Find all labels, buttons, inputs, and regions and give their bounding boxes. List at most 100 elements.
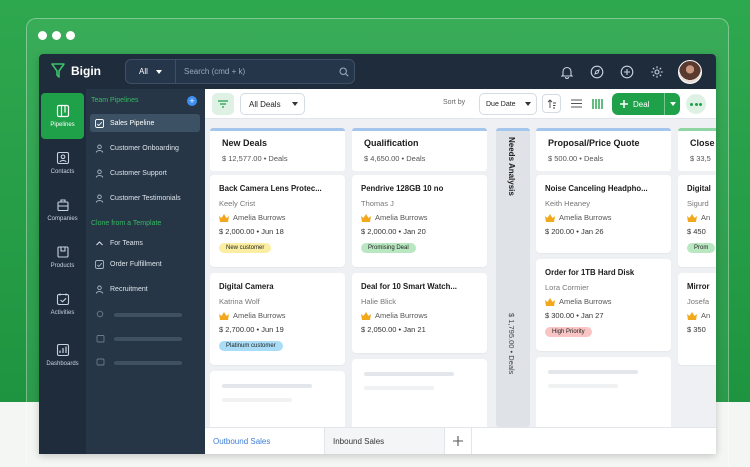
deal-contact: Sigurd <box>687 199 709 208</box>
deal-owner: Amelia Burrows <box>361 213 487 222</box>
owner-name: Amelia Burrows <box>559 213 612 222</box>
chevron-down-icon <box>155 69 162 74</box>
deal-title: Digital <box>687 184 711 193</box>
bell-icon[interactable] <box>558 63 576 81</box>
chevron-down-icon <box>292 102 298 106</box>
template-placeholder <box>96 310 182 319</box>
tab-inbound-sales[interactable]: Inbound Sales <box>325 428 445 454</box>
nav-dashboards[interactable]: Dashboards <box>41 332 84 378</box>
sort-order-button[interactable] <box>542 94 561 113</box>
contacts-icon <box>56 151 69 165</box>
nav-pipelines[interactable]: Pipelines <box>41 93 84 139</box>
deal-amount: $ 350 <box>687 325 706 334</box>
deal-owner: Amelia Burrows <box>361 311 487 320</box>
search-icon[interactable] <box>334 66 354 77</box>
crown-icon <box>687 311 697 320</box>
pipeline-toolbar: All Deals Sort by Due Date Deal <box>205 89 716 119</box>
sidebar-item-customer-testimonials[interactable]: Customer Testimonials <box>90 189 200 207</box>
deal-card[interactable]: Back Camera Lens Protec... Keely Crist A… <box>210 175 345 267</box>
search-bar[interactable]: All Search (cmd + k) <box>125 59 355 84</box>
owner-name: Amelia Burrows <box>559 297 612 306</box>
owner-name: Amelia Burrows <box>375 311 428 320</box>
deal-contact: Josefa <box>687 297 710 306</box>
sidebar-item-sales-pipeline[interactable]: Sales Pipeline <box>90 114 200 132</box>
sort-by-label: Sort by <box>443 99 466 106</box>
search-scope-dropdown[interactable]: All <box>126 60 176 83</box>
owner-name: Amelia Burrows <box>233 213 286 222</box>
products-icon <box>56 246 69 258</box>
sidebar-item-customer-support[interactable]: Customer Support <box>90 164 200 182</box>
create-deal-dropdown[interactable] <box>664 93 680 115</box>
filter-icon <box>218 100 228 108</box>
kanban-view-icon <box>592 98 603 109</box>
deal-card[interactable]: Noise Canceling Headpho... Keith Heaney … <box>536 175 671 253</box>
nav-label: Dashboards <box>46 361 79 367</box>
nav-activities[interactable]: Activities <box>41 281 84 327</box>
add-pipeline-button[interactable]: + <box>187 96 197 106</box>
template-group-for-teams[interactable]: For Teams <box>90 234 200 252</box>
nav-companies[interactable]: Companies <box>41 187 84 233</box>
deal-title: Order for 1TB Hard Disk <box>545 268 635 277</box>
deal-amount: $ 2,700.00 • Jun 19 <box>219 325 284 334</box>
column-title: Close <box>690 138 715 148</box>
app-logo[interactable]: Bigin <box>51 63 101 78</box>
deal-amount: $ 2,000.00 • Jan 20 <box>361 227 426 236</box>
nav-contacts[interactable]: Contacts <box>41 140 84 186</box>
template-label: Order Fulfillment <box>110 260 162 268</box>
checkbox-icon <box>95 259 104 269</box>
gear-icon[interactable] <box>648 63 666 81</box>
deal-card[interactable]: Order for 1TB Hard Disk Lora Cormier Ame… <box>536 259 671 351</box>
kanban-view-button[interactable] <box>588 94 607 113</box>
deal-amount: $ 300.00 • Jan 27 <box>545 311 604 320</box>
deal-card[interactable]: Digital Camera Katrina Wolf Amelia Burro… <box>210 273 345 365</box>
crown-icon <box>687 213 697 222</box>
search-input[interactable]: Search (cmd + k) <box>176 67 334 76</box>
template-group-label: For Teams <box>110 239 143 247</box>
column-header-qualification[interactable]: Qualification $ 4,650.00 • Deals <box>352 128 487 171</box>
pipeline-board: New Deals $ 12,577.00 • Deals Back Camer… <box>205 119 716 427</box>
deal-card[interactable]: Pendrive 128GB 10 no Thomas J Amelia Bur… <box>352 175 487 267</box>
plus-icon <box>620 100 628 108</box>
template-recruitment[interactable]: Recruitment <box>90 280 200 298</box>
create-deal-button[interactable]: Deal <box>612 93 680 115</box>
deal-tag: High Priority <box>545 327 592 337</box>
deal-tag: Promising Deal <box>361 243 416 253</box>
template-placeholder <box>96 358 182 367</box>
nav-products[interactable]: Products <box>41 234 84 280</box>
plus-circle-icon[interactable] <box>618 63 636 81</box>
sidebar-item-label: Customer Support <box>110 169 167 177</box>
deal-amount: $ 2,050.00 • Jan 21 <box>361 325 426 334</box>
list-view-button[interactable] <box>567 94 586 113</box>
list-view-icon <box>571 99 582 108</box>
column-summary: $ 500.00 • Deals <box>548 154 604 163</box>
deal-owner: Amelia Burrows <box>545 297 671 306</box>
filter-button[interactable] <box>212 93 234 115</box>
deal-card[interactable]: Deal for 10 Smart Watch... Halie Blick A… <box>352 273 487 353</box>
view-selector[interactable]: All Deals <box>240 93 305 115</box>
owner-name: An <box>701 311 711 320</box>
deal-owner: Amelia Burrows <box>219 311 345 320</box>
more-options-button[interactable] <box>686 94 706 114</box>
deal-tag: Prom <box>687 243 716 253</box>
sort-field-selector[interactable]: Due Date <box>479 93 537 115</box>
sidebar-item-customer-onboarding[interactable]: Customer Onboarding <box>90 139 200 157</box>
column-header-proposal[interactable]: Proposal/Price Quote $ 500.00 • Deals <box>536 128 671 171</box>
deal-card[interactable]: Mirror Josefa An $ 350 <box>678 273 716 365</box>
column-header-close[interactable]: Close $ 33,5 <box>678 128 716 171</box>
column-header-new-deals[interactable]: New Deals $ 12,577.00 • Deals <box>210 128 345 171</box>
deal-title: Back Camera Lens Protec... <box>219 184 322 193</box>
create-deal-main[interactable]: Deal <box>612 100 664 109</box>
top-bar: Bigin All Search (cmd + k) <box>39 54 716 89</box>
collapsed-column-needs-analysis[interactable]: Needs Analysis $ 1,795.00 • Deals <box>496 128 530 427</box>
compass-icon[interactable] <box>588 63 606 81</box>
template-order-fulfillment[interactable]: Order Fulfillment <box>90 255 200 273</box>
user-avatar[interactable] <box>678 60 702 84</box>
tab-outbound-sales[interactable]: Outbound Sales <box>205 428 325 454</box>
chevron-up-icon <box>96 240 103 245</box>
add-tab-button[interactable] <box>445 428 472 454</box>
person-icon <box>95 169 104 178</box>
deal-card[interactable]: Digital Sigurd An $ 450 Prom <box>678 175 716 267</box>
owner-name: Amelia Burrows <box>375 213 428 222</box>
bigin-logo-icon <box>51 63 65 78</box>
deal-title: Noise Canceling Headpho... <box>545 184 648 193</box>
